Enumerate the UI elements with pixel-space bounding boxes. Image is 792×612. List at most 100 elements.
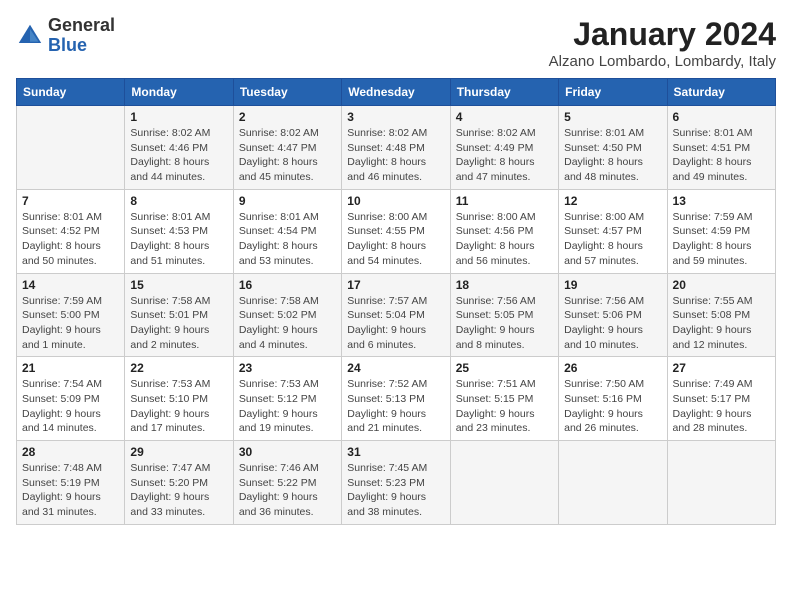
- day-info: Sunrise: 7:59 AMSunset: 4:59 PMDaylight:…: [673, 210, 770, 269]
- calendar-cell: 21 Sunrise: 7:54 AMSunset: 5:09 PMDayligh…: [17, 357, 125, 441]
- day-info: Sunrise: 7:45 AMSunset: 5:23 PMDaylight:…: [347, 461, 444, 520]
- day-info: Sunrise: 7:46 AMSunset: 5:22 PMDaylight:…: [239, 461, 336, 520]
- calendar-cell: 14 Sunrise: 7:59 AMSunset: 5:00 PMDayligh…: [17, 273, 125, 357]
- calendar-week-5: 28Sunrise: 7:48 AMSunset: 5:19 PMDayligh…: [17, 441, 776, 525]
- calendar-table: SundayMondayTuesdayWednesdayThursdayFrid…: [16, 78, 776, 525]
- calendar-cell: 9 Sunrise: 8:01 AMSunset: 4:54 PMDaylight…: [233, 189, 341, 273]
- day-number: 10: [347, 194, 444, 208]
- day-info: Sunrise: 7:49 AMSunset: 5:17 PMDaylight:…: [673, 377, 770, 436]
- calendar-cell: [559, 441, 667, 525]
- day-info: Sunrise: 8:01 AMSunset: 4:50 PMDaylight:…: [564, 126, 661, 185]
- day-number: 13: [673, 194, 770, 208]
- day-number: 17: [347, 278, 444, 292]
- calendar-header: SundayMondayTuesdayWednesdayThursdayFrid…: [17, 79, 776, 106]
- day-number: 22: [130, 361, 227, 375]
- day-info: Sunrise: 7:56 AMSunset: 5:06 PMDaylight:…: [564, 294, 661, 353]
- calendar-cell: 19 Sunrise: 7:56 AMSunset: 5:06 PMDayligh…: [559, 273, 667, 357]
- page-header: General Blue January 2024 Alzano Lombard…: [16, 16, 776, 70]
- day-info: Sunrise: 7:50 AMSunset: 5:16 PMDaylight:…: [564, 377, 661, 436]
- weekday-header-thursday: Thursday: [450, 79, 558, 106]
- day-number: 2: [239, 110, 336, 124]
- calendar-cell: 8Sunrise: 8:01 AMSunset: 4:53 PMDaylight…: [125, 189, 233, 273]
- day-info: Sunrise: 8:02 AMSunset: 4:47 PMDaylight:…: [239, 126, 336, 185]
- day-info: Sunrise: 7:58 AMSunset: 5:02 PMDaylight:…: [239, 294, 336, 353]
- calendar-cell: 2 Sunrise: 8:02 AMSunset: 4:47 PMDaylight…: [233, 106, 341, 190]
- day-number: 19: [564, 278, 661, 292]
- day-info: Sunrise: 7:59 AMSunset: 5:00 PMDaylight:…: [22, 294, 119, 353]
- calendar-cell: [667, 441, 775, 525]
- day-info: Sunrise: 7:48 AMSunset: 5:19 PMDaylight:…: [22, 461, 119, 520]
- calendar-cell: 1 Sunrise: 8:02 AMSunset: 4:46 PMDaylight…: [125, 106, 233, 190]
- logo-icon: [16, 22, 44, 50]
- calendar-cell: 23 Sunrise: 7:53 AMSunset: 5:12 PMDayligh…: [233, 357, 341, 441]
- day-info: Sunrise: 7:58 AMSunset: 5:01 PMDaylight:…: [130, 294, 227, 353]
- logo-general: General: [48, 16, 115, 36]
- calendar-body: 1 Sunrise: 8:02 AMSunset: 4:46 PMDaylight…: [17, 106, 776, 525]
- day-number: 15: [130, 278, 227, 292]
- day-info: Sunrise: 7:52 AMSunset: 5:13 PMDaylight:…: [347, 377, 444, 436]
- calendar-cell: 13 Sunrise: 7:59 AMSunset: 4:59 PMDayligh…: [667, 189, 775, 273]
- day-number: 11: [456, 194, 553, 208]
- calendar-cell: [450, 441, 558, 525]
- day-number: 3: [347, 110, 444, 124]
- calendar-cell: 17Sunrise: 7:57 AMSunset: 5:04 PMDayligh…: [342, 273, 450, 357]
- calendar-cell: 3Sunrise: 8:02 AMSunset: 4:48 PMDaylight…: [342, 106, 450, 190]
- calendar-week-2: 7 Sunrise: 8:01 AMSunset: 4:52 PMDaylight…: [17, 189, 776, 273]
- weekday-header-tuesday: Tuesday: [233, 79, 341, 106]
- day-info: Sunrise: 7:55 AMSunset: 5:08 PMDaylight:…: [673, 294, 770, 353]
- weekday-header-saturday: Saturday: [667, 79, 775, 106]
- day-number: 23: [239, 361, 336, 375]
- logo-text: General Blue: [48, 16, 115, 56]
- weekday-row: SundayMondayTuesdayWednesdayThursdayFrid…: [17, 79, 776, 106]
- day-info: Sunrise: 8:00 AMSunset: 4:56 PMDaylight:…: [456, 210, 553, 269]
- day-number: 1: [130, 110, 227, 124]
- day-number: 18: [456, 278, 553, 292]
- day-number: 7: [22, 194, 119, 208]
- calendar-cell: 4Sunrise: 8:02 AMSunset: 4:49 PMDaylight…: [450, 106, 558, 190]
- calendar-cell: 27Sunrise: 7:49 AMSunset: 5:17 PMDayligh…: [667, 357, 775, 441]
- day-info: Sunrise: 8:01 AMSunset: 4:51 PMDaylight:…: [673, 126, 770, 185]
- calendar-cell: 5Sunrise: 8:01 AMSunset: 4:50 PMDaylight…: [559, 106, 667, 190]
- day-number: 16: [239, 278, 336, 292]
- day-number: 9: [239, 194, 336, 208]
- weekday-header-wednesday: Wednesday: [342, 79, 450, 106]
- day-info: Sunrise: 8:01 AMSunset: 4:52 PMDaylight:…: [22, 210, 119, 269]
- calendar-cell: 28Sunrise: 7:48 AMSunset: 5:19 PMDayligh…: [17, 441, 125, 525]
- calendar-cell: 16 Sunrise: 7:58 AMSunset: 5:02 PMDayligh…: [233, 273, 341, 357]
- day-info: Sunrise: 8:02 AMSunset: 4:46 PMDaylight:…: [130, 126, 227, 185]
- day-number: 14: [22, 278, 119, 292]
- day-info: Sunrise: 7:54 AMSunset: 5:09 PMDaylight:…: [22, 377, 119, 436]
- calendar-cell: 26 Sunrise: 7:50 AMSunset: 5:16 PMDayligh…: [559, 357, 667, 441]
- calendar-cell: 20Sunrise: 7:55 AMSunset: 5:08 PMDayligh…: [667, 273, 775, 357]
- calendar-cell: 15 Sunrise: 7:58 AMSunset: 5:01 PMDayligh…: [125, 273, 233, 357]
- day-info: Sunrise: 8:00 AMSunset: 4:57 PMDaylight:…: [564, 210, 661, 269]
- day-info: Sunrise: 7:53 AMSunset: 5:12 PMDaylight:…: [239, 377, 336, 436]
- weekday-header-monday: Monday: [125, 79, 233, 106]
- logo: General Blue: [16, 16, 115, 56]
- logo-blue: Blue: [48, 36, 115, 56]
- day-number: 26: [564, 361, 661, 375]
- day-number: 24: [347, 361, 444, 375]
- calendar-cell: 22 Sunrise: 7:53 AMSunset: 5:10 PMDayligh…: [125, 357, 233, 441]
- weekday-header-sunday: Sunday: [17, 79, 125, 106]
- title-block: January 2024 Alzano Lombardo, Lombardy, …: [549, 16, 776, 70]
- day-info: Sunrise: 7:53 AMSunset: 5:10 PMDaylight:…: [130, 377, 227, 436]
- calendar-cell: 6 Sunrise: 8:01 AMSunset: 4:51 PMDaylight…: [667, 106, 775, 190]
- day-number: 31: [347, 445, 444, 459]
- calendar-cell: 18Sunrise: 7:56 AMSunset: 5:05 PMDayligh…: [450, 273, 558, 357]
- calendar-cell: 10 Sunrise: 8:00 AMSunset: 4:55 PMDayligh…: [342, 189, 450, 273]
- calendar-cell: [17, 106, 125, 190]
- calendar-cell: 31 Sunrise: 7:45 AMSunset: 5:23 PMDayligh…: [342, 441, 450, 525]
- day-number: 6: [673, 110, 770, 124]
- day-info: Sunrise: 7:47 AMSunset: 5:20 PMDaylight:…: [130, 461, 227, 520]
- location: Alzano Lombardo, Lombardy, Italy: [549, 53, 776, 70]
- day-number: 4: [456, 110, 553, 124]
- day-number: 30: [239, 445, 336, 459]
- calendar-cell: 7 Sunrise: 8:01 AMSunset: 4:52 PMDaylight…: [17, 189, 125, 273]
- weekday-header-friday: Friday: [559, 79, 667, 106]
- day-info: Sunrise: 8:01 AMSunset: 4:54 PMDaylight:…: [239, 210, 336, 269]
- day-number: 21: [22, 361, 119, 375]
- calendar-week-3: 14 Sunrise: 7:59 AMSunset: 5:00 PMDayligh…: [17, 273, 776, 357]
- day-info: Sunrise: 8:00 AMSunset: 4:55 PMDaylight:…: [347, 210, 444, 269]
- day-number: 29: [130, 445, 227, 459]
